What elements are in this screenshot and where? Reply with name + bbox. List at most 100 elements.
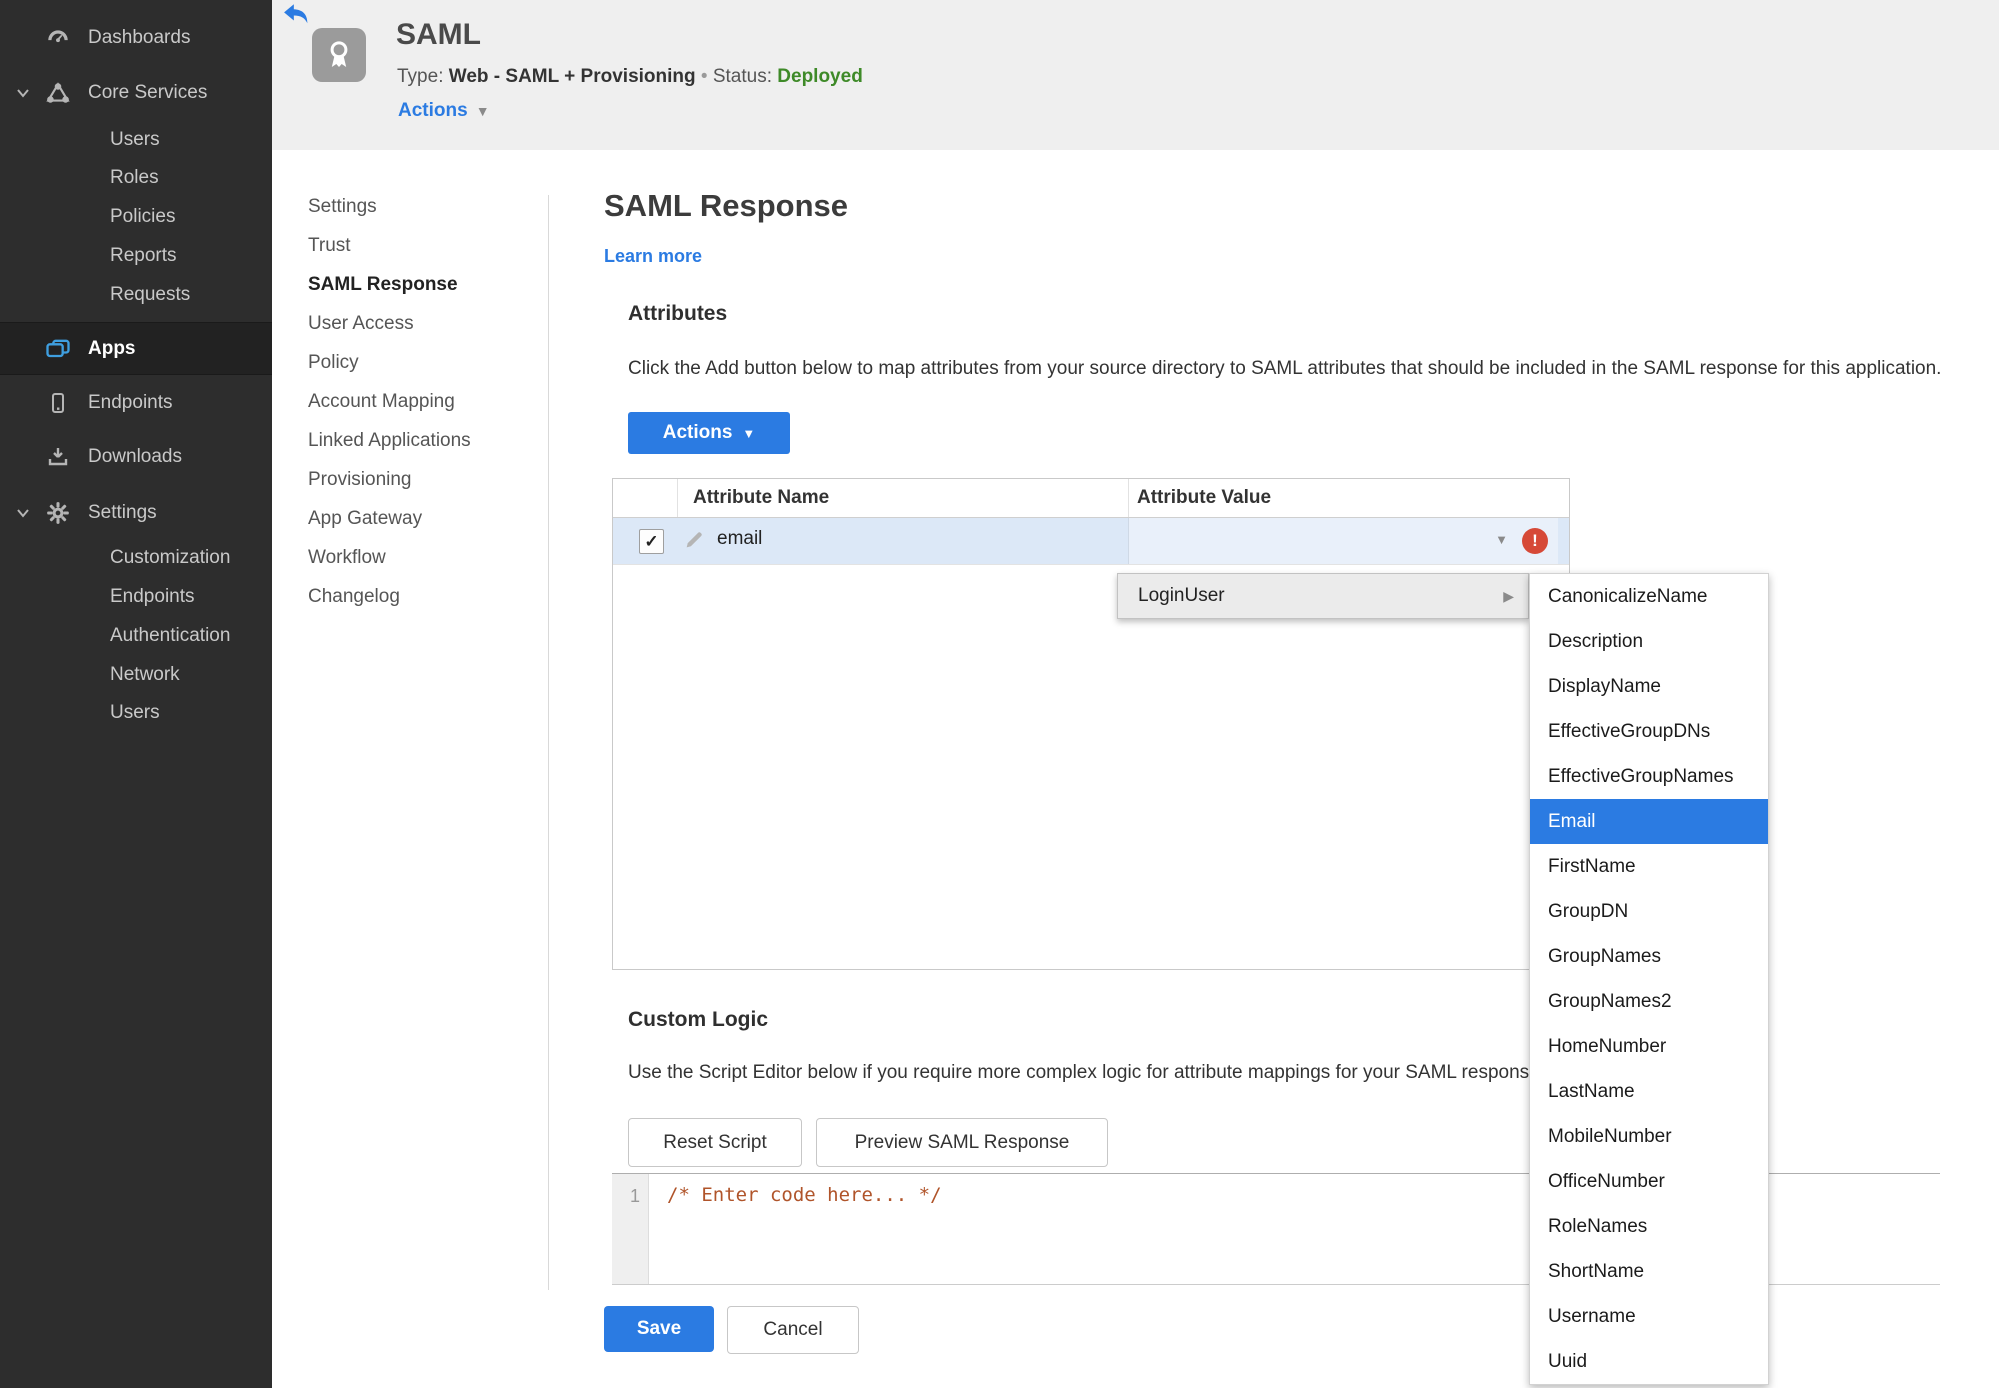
caret-down-icon: ▼ — [475, 103, 490, 119]
sidebar-item-core-services[interactable]: Core Services — [0, 71, 272, 115]
sidebar-subitem-label: Network — [110, 664, 180, 685]
validation-error-icon: ! — [1522, 528, 1548, 554]
tab-changelog[interactable]: Changelog — [308, 577, 508, 616]
attribute-name-cell: email — [717, 528, 763, 549]
tab-settings[interactable]: Settings — [308, 187, 508, 226]
sidebar-item-requests[interactable]: Requests — [0, 275, 272, 315]
sidebar-item-label: Settings — [88, 502, 157, 523]
sidebar-item-downloads[interactable]: Downloads — [0, 435, 272, 479]
sidebar-item-label: Endpoints — [88, 392, 173, 413]
check-icon: ✓ — [644, 531, 659, 551]
sidebar-subitem-label: Reports — [110, 245, 177, 266]
column-divider — [1128, 479, 1129, 517]
status-badge: Deployed — [777, 66, 863, 87]
tab-policy[interactable]: Policy — [308, 343, 508, 382]
menu-option-mobilenumber[interactable]: MobileNumber — [1530, 1114, 1768, 1159]
gauge-icon — [44, 24, 72, 52]
column-divider — [677, 479, 678, 517]
menu-option-groupnames2[interactable]: GroupNames2 — [1530, 979, 1768, 1024]
tab-provisioning[interactable]: Provisioning — [308, 460, 508, 499]
table-row: ✓ email ▼ ! — [613, 518, 1569, 565]
menu-option-displayname[interactable]: DisplayName — [1530, 664, 1768, 709]
sidebar: Dashboards Core Services Users Roles Pol… — [0, 0, 272, 1388]
tab-user-access[interactable]: User Access — [308, 304, 508, 343]
sidebar-item-label: Apps — [88, 337, 136, 359]
header-actions-label: Actions — [398, 100, 468, 121]
header-actions-menu[interactable]: Actions ▼ — [398, 100, 490, 122]
sidebar-item-settings-users[interactable]: Users — [0, 693, 272, 733]
sidebar-item-authentication[interactable]: Authentication — [0, 616, 272, 656]
sidebar-item-label: Core Services — [88, 82, 208, 103]
menu-option-groupnames[interactable]: GroupNames — [1530, 934, 1768, 979]
menu-option-shortname[interactable]: ShortName — [1530, 1249, 1768, 1294]
tab-account-mapping[interactable]: Account Mapping — [308, 382, 508, 421]
menu-option-officenumber[interactable]: OfficeNumber — [1530, 1159, 1768, 1204]
sidebar-item-users[interactable]: Users — [0, 120, 272, 160]
menu-option-lastname[interactable]: LastName — [1530, 1069, 1768, 1114]
loginuser-submenu: CanonicalizeName Description DisplayName… — [1529, 573, 1769, 1385]
type-label: Type: — [397, 66, 444, 87]
apps-icon — [44, 335, 72, 363]
sidebar-subitem-label: Users — [110, 129, 160, 150]
sidebar-subitem-label: Users — [110, 702, 160, 723]
preview-saml-response-button[interactable]: Preview SAML Response — [816, 1118, 1108, 1167]
menu-option-rolenames[interactable]: RoleNames — [1530, 1204, 1768, 1249]
gear-icon — [44, 499, 72, 527]
sidebar-item-network[interactable]: Network — [0, 655, 272, 695]
sidebar-item-customization[interactable]: Customization — [0, 538, 272, 578]
subnav-divider — [548, 195, 549, 1290]
menu-option-firstname[interactable]: FirstName — [1530, 844, 1768, 889]
menu-option-groupdn[interactable]: GroupDN — [1530, 889, 1768, 934]
status-label: Status: — [712, 66, 772, 87]
line-number: 1 — [629, 1186, 640, 1206]
sidebar-item-reports[interactable]: Reports — [0, 236, 272, 276]
download-icon — [44, 443, 72, 471]
app-logo — [312, 28, 366, 82]
reset-script-button[interactable]: Reset Script — [628, 1118, 802, 1167]
sidebar-subitem-label: Customization — [110, 547, 231, 568]
sidebar-item-apps[interactable]: Apps — [0, 322, 272, 375]
menu-option-email[interactable]: Email — [1530, 799, 1768, 844]
app-root: Dashboards Core Services Users Roles Pol… — [0, 0, 1999, 1388]
menu-option-homenumber[interactable]: HomeNumber — [1530, 1024, 1768, 1069]
menu-option-canonicalizename[interactable]: CanonicalizeName — [1530, 574, 1768, 619]
reset-script-label: Reset Script — [663, 1131, 767, 1153]
ribbon-icon — [330, 41, 348, 67]
tab-linked-applications[interactable]: Linked Applications — [308, 421, 508, 460]
sidebar-subitem-label: Endpoints — [110, 586, 195, 607]
row-checkbox[interactable]: ✓ — [639, 529, 664, 554]
tab-trust[interactable]: Trust — [308, 226, 508, 265]
tab-saml-response[interactable]: SAML Response — [308, 265, 508, 304]
caret-down-icon: ▼ — [1495, 532, 1508, 547]
menu-option-effectivegroupnames[interactable]: EffectiveGroupNames — [1530, 754, 1768, 799]
value-menu-loginuser[interactable]: LoginUser ▶ — [1117, 573, 1529, 619]
back-arrow-icon[interactable] — [283, 2, 309, 26]
save-button[interactable]: Save — [604, 1306, 714, 1352]
menu-option-uuid[interactable]: Uuid — [1530, 1339, 1768, 1384]
dot-separator: • — [700, 66, 708, 87]
attributes-actions-button[interactable]: Actions ▼ — [628, 412, 790, 454]
custom-logic-description: Use the Script Editor below if you requi… — [628, 1062, 1545, 1083]
menu-option-username[interactable]: Username — [1530, 1294, 1768, 1339]
sidebar-item-endpoints[interactable]: Endpoints — [0, 381, 272, 425]
cancel-button[interactable]: Cancel — [727, 1306, 859, 1354]
edit-pencil-icon[interactable] — [683, 529, 705, 551]
attributes-table-header: Attribute Name Attribute Value — [613, 479, 1569, 518]
learn-more-link[interactable]: Learn more — [604, 246, 702, 267]
editor-gutter: 1 — [612, 1174, 649, 1284]
chevron-down-icon — [12, 502, 34, 524]
sidebar-item-roles[interactable]: Roles — [0, 158, 272, 198]
tab-app-gateway[interactable]: App Gateway — [308, 499, 508, 538]
sidebar-item-dashboards[interactable]: Dashboards — [0, 16, 272, 60]
tab-workflow[interactable]: Workflow — [308, 538, 508, 577]
menu-option-effectivegroupdns[interactable]: EffectiveGroupDNs — [1530, 709, 1768, 754]
attribute-value-dropdown[interactable]: ▼ ! — [1128, 518, 1558, 564]
column-attribute-value: Attribute Value — [1137, 487, 1272, 508]
editor-code[interactable]: /* Enter code here... */ — [667, 1184, 942, 1206]
sidebar-item-settings[interactable]: Settings — [0, 491, 272, 535]
sidebar-item-settings-endpoints[interactable]: Endpoints — [0, 577, 272, 617]
app-meta: Type: Web - SAML + Provisioning • Status… — [397, 66, 863, 88]
sidebar-item-policies[interactable]: Policies — [0, 197, 272, 237]
menu-option-description[interactable]: Description — [1530, 619, 1768, 664]
sidebar-subitem-label: Authentication — [110, 625, 231, 646]
